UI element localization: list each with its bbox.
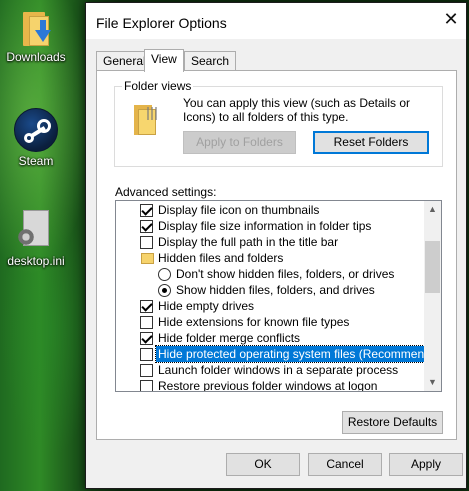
downloads-folder-icon: [21, 10, 51, 48]
checkbox-unchecked[interactable]: [140, 348, 153, 361]
checkbox-checked[interactable]: [140, 204, 153, 217]
desktop-icon-steam[interactable]: Steam: [0, 108, 72, 168]
advanced-settings-label: Advanced settings:: [115, 185, 217, 199]
setting-display-file-size[interactable]: Display file size information in folder …: [116, 218, 425, 234]
checkbox-checked[interactable]: [140, 332, 153, 345]
setting-label: Hide folder merge conflicts: [158, 331, 301, 345]
scroll-down-arrow-icon[interactable]: ▼: [424, 374, 441, 391]
setting-dont-show-hidden[interactable]: Don't show hidden files, folders, or dri…: [116, 266, 425, 282]
setting-label: Display file icon on thumbnails: [158, 203, 320, 217]
vertical-scrollbar[interactable]: ▲ ▼: [424, 201, 441, 391]
view-tab-panel: Folder views You can apply this view (su…: [96, 70, 457, 440]
setting-display-file-icon[interactable]: Display file icon on thumbnails: [116, 202, 425, 218]
desktop-icon-downloads[interactable]: Downloads: [0, 10, 72, 64]
radio-selected[interactable]: [158, 284, 171, 297]
folder-views-group: Folder views You can apply this view (su…: [114, 79, 443, 167]
apply-to-folders-button[interactable]: Apply to Folders: [183, 131, 296, 154]
checkbox-unchecked[interactable]: [140, 364, 153, 377]
scrollbar-thumb[interactable]: [425, 241, 440, 293]
checkbox-unchecked[interactable]: [140, 380, 153, 391]
setting-label: Display file size information in folder …: [158, 219, 372, 233]
advanced-settings-tree[interactable]: Display file icon on thumbnails Display …: [115, 200, 442, 392]
dialog-title: File Explorer Options: [96, 15, 227, 31]
desktop-icon-desktop-ini[interactable]: desktop.ini: [0, 210, 72, 268]
close-icon[interactable]: ✕: [440, 9, 462, 31]
setting-label: Hidden files and folders: [158, 251, 284, 265]
setting-label: Hide extensions for known file types: [158, 315, 350, 329]
folder-views-description: You can apply this view (such as Details…: [183, 96, 411, 124]
setting-label: Hide empty drives: [158, 299, 255, 313]
radio-unselected[interactable]: [158, 268, 171, 281]
setting-display-full-path[interactable]: Display the full path in the title bar: [116, 234, 425, 250]
apply-button[interactable]: Apply: [389, 453, 463, 476]
setting-hide-empty-drives[interactable]: Hide empty drives: [116, 298, 425, 314]
title-bar[interactable]: File Explorer Options ✕: [86, 3, 466, 39]
setting-label: Show hidden files, folders, and drives: [176, 283, 375, 297]
file-explorer-options-dialog: File Explorer Options ✕ General View Sea…: [85, 2, 467, 489]
reset-folders-button[interactable]: Reset Folders: [313, 131, 429, 154]
checkbox-checked[interactable]: [140, 220, 153, 233]
setting-hide-merge-conflicts[interactable]: Hide folder merge conflicts: [116, 330, 425, 346]
desktop-icon-label: Downloads: [6, 50, 66, 64]
checkbox-unchecked[interactable]: [140, 316, 153, 329]
setting-hide-extensions[interactable]: Hide extensions for known file types: [116, 314, 425, 330]
checkbox-unchecked[interactable]: [140, 236, 153, 249]
desktop-icon-label: Steam: [18, 154, 54, 168]
cancel-button[interactable]: Cancel: [308, 453, 382, 476]
folder-icon: [141, 253, 154, 264]
setting-label: Hide protected operating system files (R…: [154, 345, 441, 363]
setting-show-hidden[interactable]: Show hidden files, folders, and drives: [116, 282, 425, 298]
setting-restore-previous-windows[interactable]: Restore previous folder windows at logon: [116, 378, 425, 392]
folder-views-legend: Folder views: [122, 79, 194, 93]
setting-launch-separate-process[interactable]: Launch folder windows in a separate proc…: [116, 362, 425, 378]
tab-view[interactable]: View: [144, 49, 184, 72]
setting-label: Launch folder windows in a separate proc…: [158, 363, 399, 377]
restore-defaults-button[interactable]: Restore Defaults: [342, 411, 443, 434]
desktop-icon-label: desktop.ini: [7, 254, 65, 268]
steam-icon: [14, 108, 58, 152]
setting-label: Don't show hidden files, folders, or dri…: [176, 267, 395, 281]
folder-view-icon: [134, 105, 160, 137]
setting-label: Display the full path in the title bar: [158, 235, 339, 249]
setting-hide-protected-files[interactable]: Hide protected operating system files (R…: [116, 345, 441, 363]
tab-search[interactable]: Search: [184, 51, 237, 71]
setting-group-hidden-files: Hidden files and folders: [116, 250, 425, 266]
settings-file-icon: [17, 210, 53, 252]
scroll-up-arrow-icon[interactable]: ▲: [424, 201, 441, 218]
checkbox-checked[interactable]: [140, 300, 153, 313]
ok-button[interactable]: OK: [226, 453, 300, 476]
setting-label: Restore previous folder windows at logon: [158, 379, 378, 392]
